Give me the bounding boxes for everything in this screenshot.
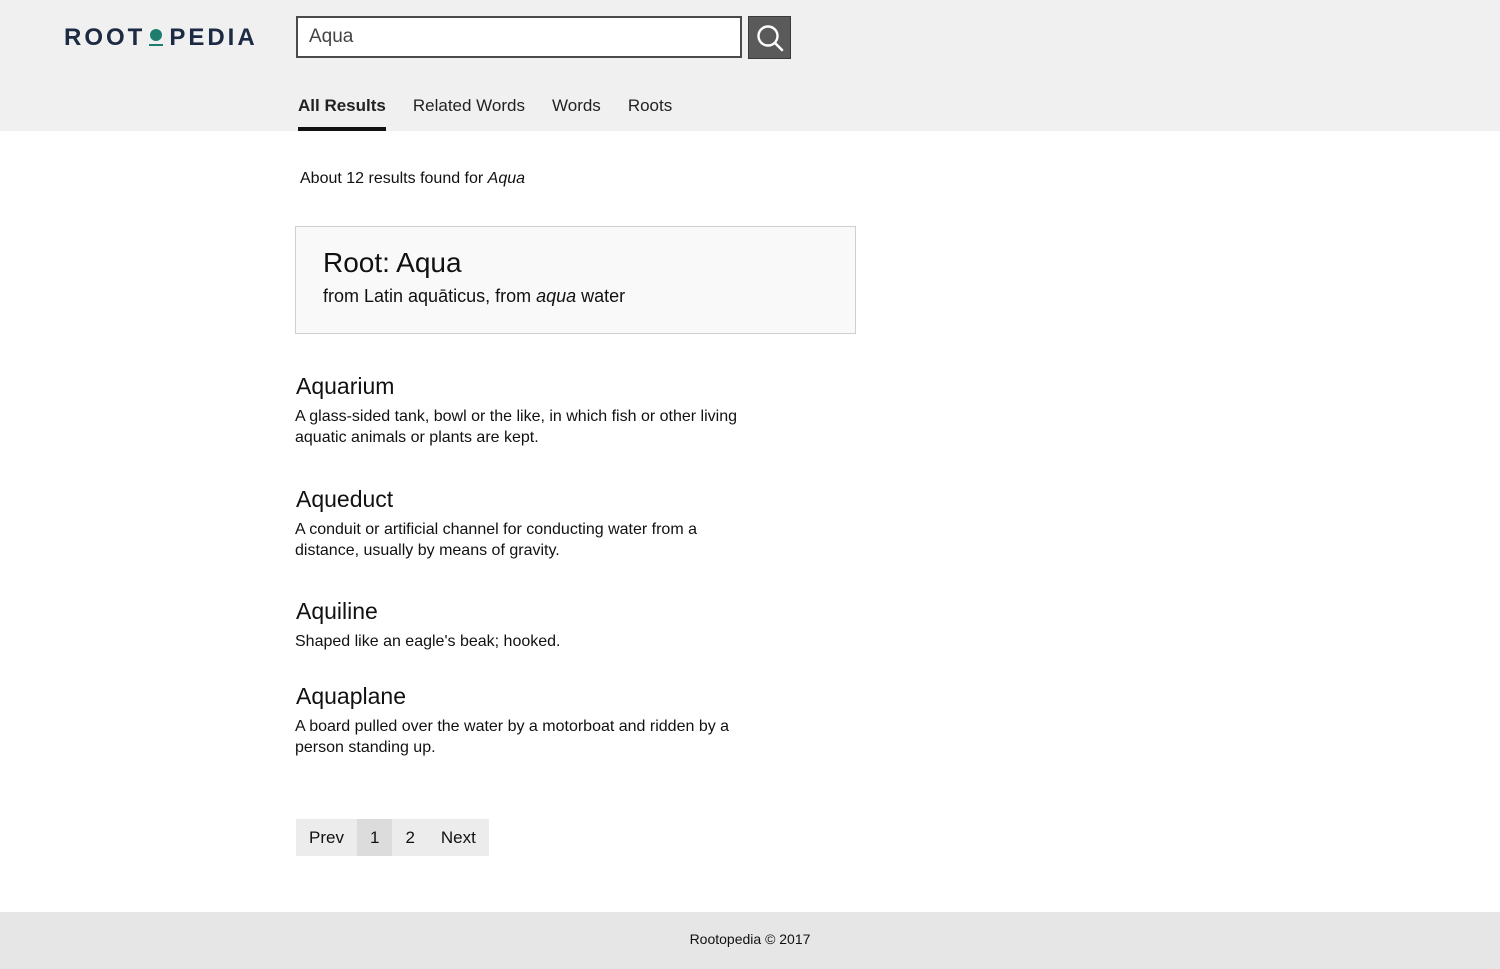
root-origin-term: aqua — [536, 286, 577, 306]
result-definition: Shaped like an eagle's beak; hooked. — [295, 633, 561, 650]
root-origin: from Latin aquāticus, from aqua water — [323, 286, 625, 307]
result-title[interactable]: Aquarium — [296, 372, 755, 400]
result-title[interactable]: Aqueduct — [296, 485, 755, 513]
root-origin-suffix: water — [576, 286, 626, 306]
logo-text-right: PEDIA — [169, 24, 258, 51]
tab-roots[interactable]: Roots — [628, 96, 672, 131]
results-count: About 12 results found for Aqua — [300, 170, 525, 188]
search-button[interactable] — [748, 16, 791, 59]
results-count-query: Aqua — [487, 170, 526, 187]
result-item-aquaplane: Aquaplane A board pulled over the water … — [295, 682, 755, 758]
search-icon — [756, 24, 783, 51]
tab-words[interactable]: Words — [552, 96, 601, 131]
root-title: Root: Aqua — [323, 247, 462, 278]
result-item-aqueduct: Aqueduct A conduit or artificial channel… — [295, 485, 755, 561]
result-item-aquarium: Aquarium A glass-sided tank, bowl or the… — [295, 372, 755, 448]
result-definition: A glass-sided tank, bowl or the like, in… — [295, 408, 737, 446]
result-title[interactable]: Aquiline — [296, 597, 755, 625]
next-page-button[interactable]: Next — [428, 819, 489, 856]
page-2-button[interactable]: 2 — [392, 819, 427, 856]
results-count-prefix: About 12 results found for — [300, 170, 488, 187]
result-definition: A board pulled over the water by a motor… — [295, 718, 730, 756]
site-footer: Rootopedia © 2017 — [0, 912, 1500, 969]
root-origin-prefix: from Latin aquāticus, from — [323, 286, 537, 306]
rootopedia-logo[interactable]: ROOT PEDIA — [64, 24, 258, 51]
root-card[interactable]: Root: Aqua from Latin aquāticus, from aq… — [295, 226, 856, 334]
logo-text-left: ROOT — [64, 24, 146, 51]
globe-icon — [147, 25, 165, 51]
pagination: Prev 1 2 Next — [296, 819, 489, 856]
search-input[interactable] — [296, 16, 742, 58]
result-definition: A conduit or artificial channel for cond… — [295, 521, 697, 559]
result-tabs: All Results Related Words Words Roots — [298, 96, 699, 131]
site-header: ROOT PEDIA All Results Related Words Wor… — [0, 0, 1500, 131]
page-1-button[interactable]: 1 — [356, 819, 393, 856]
prev-page-button[interactable]: Prev — [296, 819, 357, 856]
result-item-aquiline: Aquiline Shaped like an eagle's beak; ho… — [295, 597, 755, 652]
footer-copyright: Rootopedia © 2017 — [689, 931, 811, 947]
tab-all-results[interactable]: All Results — [298, 96, 386, 131]
result-title[interactable]: Aquaplane — [296, 682, 755, 710]
tab-related-words[interactable]: Related Words — [413, 96, 525, 131]
